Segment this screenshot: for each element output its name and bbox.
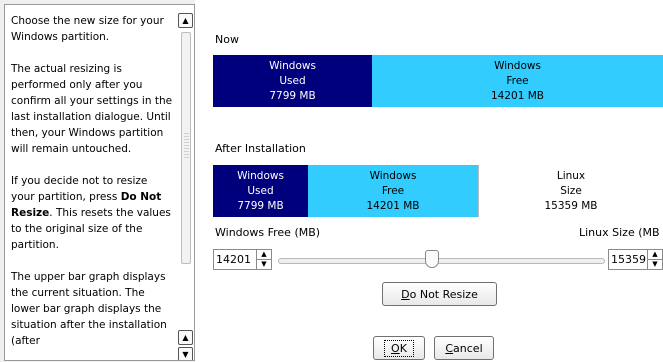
segment-name: Windows [494,59,541,72]
help-paragraph-2: The actual resizing is performed only af… [11,63,173,155]
scroll-down-button[interactable]: ▼ [178,347,193,360]
after-installation-label: After Installation [215,142,306,155]
ok-label: K [399,341,407,355]
cancel-mnemonic: C [445,341,454,355]
after-installation-bar: Windows Used 7799 MB Windows Free 14201 … [213,165,663,217]
cancel-label: ancel [453,341,483,355]
windows-free-stepper[interactable]: ▲ ▼ [256,250,271,269]
help-text: Choose the new size for your Windows par… [11,13,173,360]
windows-free-input[interactable]: 14201 [214,253,256,266]
segment-size: 15359 MB [544,199,598,212]
arrow-up-icon: ▲ [182,15,189,25]
segment-name: Linux [556,169,586,182]
increment-icon[interactable]: ▲ [648,250,662,259]
linux-size-input[interactable]: 15359 [609,253,647,266]
windows-free-spinbox[interactable]: 14201 ▲ ▼ [213,249,272,270]
segment-kind: Free [381,184,405,197]
help-paragraph-3: If you decide not to resize your partiti… [11,173,173,253]
arrow-up-icon: ▲ [182,332,189,342]
now-windows-used-segment: Windows Used 7799 MB [213,55,372,107]
decrement-icon[interactable]: ▼ [257,259,271,269]
size-slider-handle[interactable] [425,250,439,268]
after-windows-used-segment: Windows Used 7799 MB [213,165,308,217]
help-paragraph-1: Choose the new size for your Windows par… [11,15,164,43]
do-not-resize-button[interactable]: Do Not Resize [382,282,497,306]
now-label: Now [215,33,239,46]
do-not-resize-mnemonic: D [401,287,410,301]
current-partition-bar: Windows Used 7799 MB Windows Free 14201 … [213,55,663,107]
cancel-button[interactable]: Cancel [434,336,494,360]
segment-kind: Size [560,184,582,197]
linux-size-spinbox[interactable]: 15359 ▲ ▼ [608,249,663,270]
ok-mnemonic: O [391,341,400,355]
segment-name: Windows [269,59,316,72]
ok-button[interactable]: OK [373,336,425,360]
do-not-resize-label: o Not Resize [409,287,478,301]
scroll-up-button-lower[interactable]: ▲ [178,330,193,345]
segment-name: Windows [237,169,284,182]
segment-kind: Used [279,74,306,87]
arrow-down-icon: ▼ [182,349,189,359]
help-panel: Choose the new size for your Windows par… [0,0,195,362]
help-text-frame: Choose the new size for your Windows par… [4,4,195,361]
help-paragraph-4: The upper bar graph displays the current… [11,271,167,347]
segment-kind: Used [247,184,274,197]
segment-size: 7799 MB [269,89,316,102]
help-scrollbar[interactable]: ▲ ▲ ▼ [178,10,194,360]
segment-name: Windows [369,169,417,182]
linux-size-stepper[interactable]: ▲ ▼ [647,250,662,269]
now-windows-free-segment: Windows Free 14201 MB [372,55,663,107]
decrement-icon[interactable]: ▼ [648,259,662,269]
scroll-up-button[interactable]: ▲ [178,13,193,28]
grip-icon [184,133,189,159]
segment-size: 14201 MB [366,199,420,212]
after-linux-segment: Linux Size 15359 MB [478,165,663,217]
windows-free-label: Windows Free (MB) [215,226,321,239]
after-windows-free-segment: Windows Free 14201 MB [308,165,478,217]
size-slider-track[interactable] [278,258,605,264]
segment-size: 7799 MB [237,199,284,212]
linux-size-label: Linux Size (MB [579,226,660,239]
segment-kind: Free [506,74,529,87]
segment-size: 14201 MB [490,89,544,102]
increment-icon[interactable]: ▲ [257,250,271,259]
ok-focus-ring: OK [384,339,414,357]
scrollbar-thumb[interactable] [181,32,191,264]
